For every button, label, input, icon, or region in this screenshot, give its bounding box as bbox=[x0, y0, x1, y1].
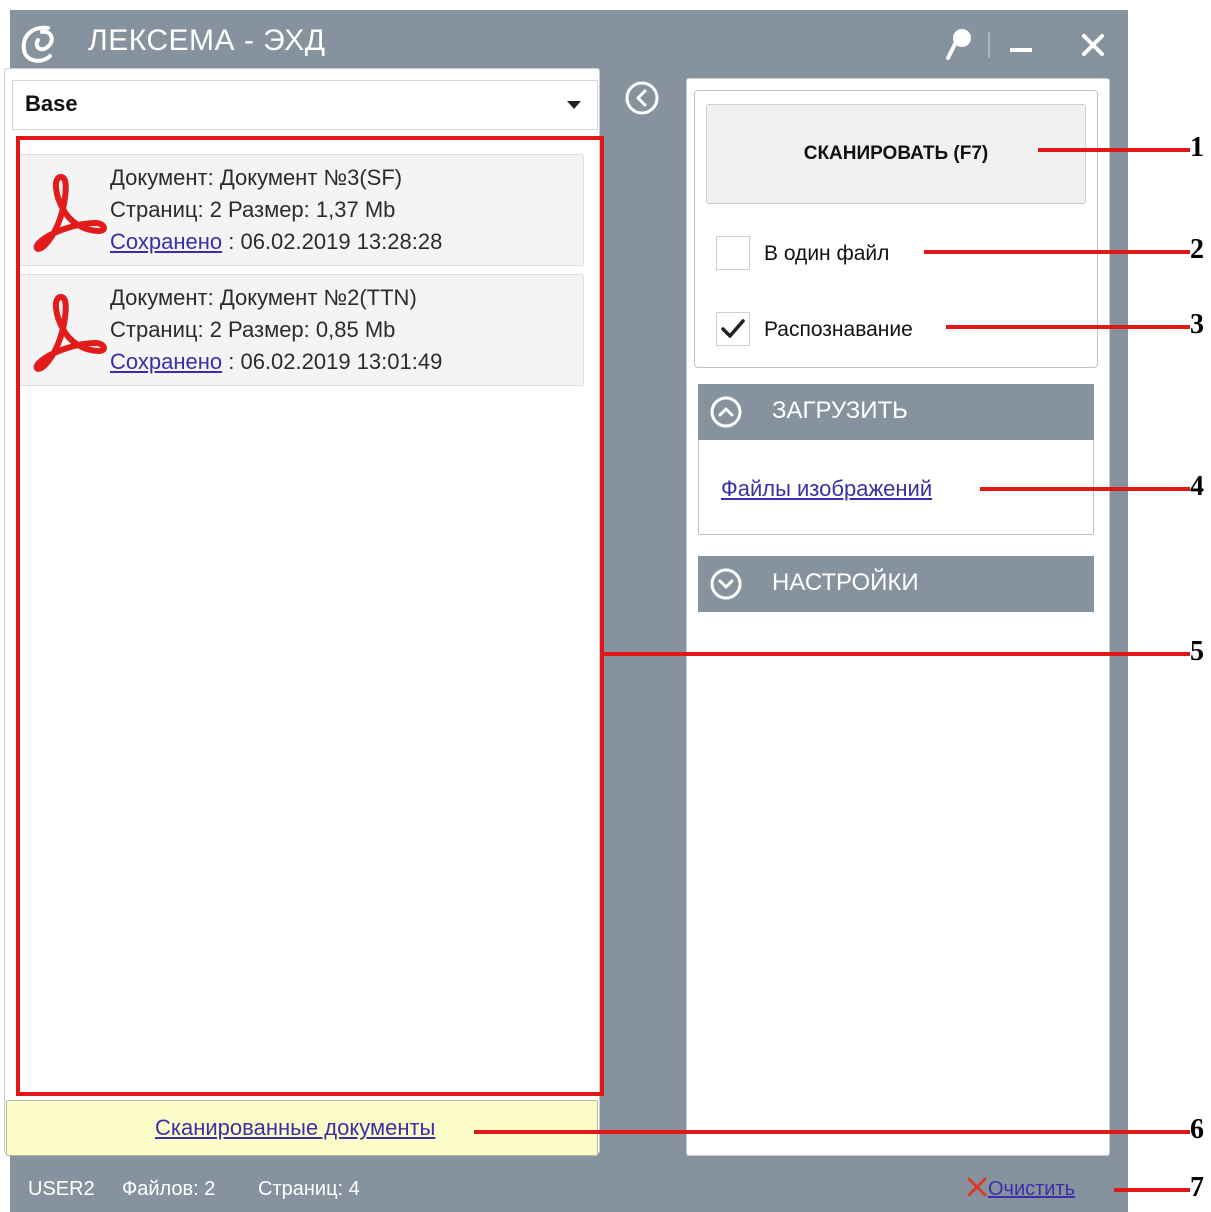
callout-line bbox=[980, 487, 1190, 491]
settings-section-header[interactable]: НАСТРОЙКИ bbox=[698, 556, 1094, 612]
chevron-down-icon bbox=[710, 568, 742, 600]
callout-line bbox=[604, 652, 1190, 656]
callout-line bbox=[1114, 1188, 1190, 1192]
image-files-link[interactable]: Файлы изображений bbox=[721, 476, 932, 502]
document-list-highlight bbox=[16, 136, 604, 1096]
callout-line bbox=[946, 325, 1190, 329]
load-section-header[interactable]: ЗАГРУЗИТЬ bbox=[698, 384, 1094, 440]
titlebar-separator bbox=[988, 32, 990, 58]
checkmark-icon bbox=[721, 319, 745, 338]
load-section-title: ЗАГРУЗИТЬ bbox=[772, 397, 908, 424]
one-file-label: В один файл bbox=[764, 242, 890, 265]
one-file-checkbox[interactable] bbox=[716, 236, 750, 270]
clear-link[interactable]: Очистить bbox=[988, 1178, 1075, 1200]
minimize-icon[interactable] bbox=[1006, 30, 1036, 60]
callout-line bbox=[924, 250, 1190, 254]
dropdown-arrow-icon[interactable] bbox=[567, 101, 581, 109]
callout-line bbox=[1038, 148, 1190, 152]
close-icon[interactable] bbox=[1076, 28, 1110, 62]
callout-number: 1 bbox=[1190, 132, 1204, 163]
chevron-up-icon bbox=[710, 396, 742, 428]
recognition-label: Распознавание bbox=[764, 318, 913, 341]
title-bar: ЛЕКСЕМА - ЭХД bbox=[10, 10, 1128, 76]
scanned-documents-footer: Сканированные документы bbox=[6, 1100, 598, 1156]
callout-number: 4 bbox=[1190, 471, 1204, 502]
callout-line bbox=[474, 1130, 1190, 1134]
status-user: USER2 bbox=[28, 1178, 95, 1200]
database-select[interactable]: Base bbox=[12, 80, 598, 130]
status-pages: Страниц: 4 bbox=[258, 1178, 360, 1200]
callout-number: 2 bbox=[1190, 234, 1204, 265]
recognition-checkbox[interactable] bbox=[716, 312, 750, 346]
status-files: Файлов: 2 bbox=[122, 1178, 216, 1200]
clear-x-icon bbox=[967, 1177, 987, 1197]
status-bar: USER2 Файлов: 2 Страниц: 4 Очистить bbox=[10, 1166, 1128, 1212]
callout-number: 7 bbox=[1190, 1172, 1204, 1203]
settings-section-title: НАСТРОЙКИ bbox=[772, 569, 919, 596]
callout-number: 6 bbox=[1190, 1114, 1204, 1145]
clear-button[interactable]: Очистить bbox=[966, 1176, 1075, 1201]
scanned-documents-link[interactable]: Сканированные документы bbox=[155, 1115, 435, 1141]
pin-icon[interactable] bbox=[938, 24, 978, 64]
window-title: ЛЕКСЕМА - ЭХД bbox=[88, 24, 326, 57]
app-logo-icon bbox=[21, 25, 54, 63]
collapse-panel-icon[interactable] bbox=[624, 80, 660, 116]
callout-number: 3 bbox=[1190, 309, 1204, 340]
scan-button[interactable]: СКАНИРОВАТЬ (F7) bbox=[706, 104, 1086, 204]
database-select-value: Base bbox=[25, 91, 78, 116]
callout-number: 5 bbox=[1190, 636, 1204, 667]
